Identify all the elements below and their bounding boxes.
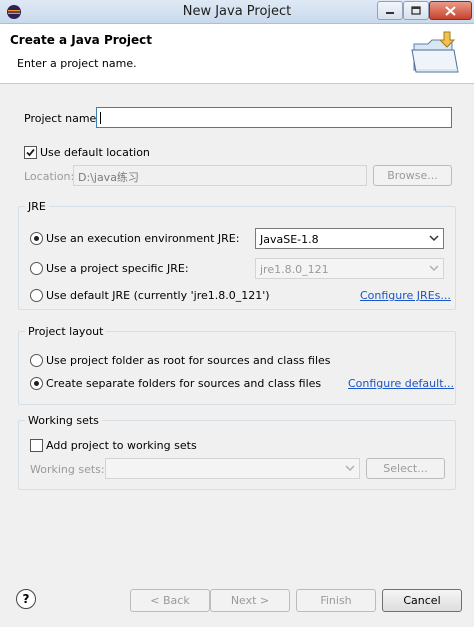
wizard-header: Create a Java Project Enter a project na… [0,24,474,84]
wizard-title: Create a Java Project [10,33,153,47]
jre-env-label: Use an execution environment JRE: [46,232,240,245]
back-button-label: < Back [150,594,190,607]
jre-env-radio[interactable] [30,232,43,245]
finish-button-label: Finish [320,594,352,607]
project-layout-group [18,331,456,405]
minimize-icon [386,11,394,14]
radio-selected-dot [34,236,39,241]
maximize-button[interactable] [403,1,429,20]
checkmark-icon [26,148,35,157]
next-button[interactable]: Next > [210,589,290,612]
location-label: Location: [24,170,75,183]
working-sets-group-label: Working sets [25,414,102,427]
wizard-message: Enter a project name. [17,57,137,70]
browse-button[interactable]: Browse... [373,165,452,186]
cancel-button[interactable]: Cancel [382,589,462,612]
jre-env-select[interactable]: JavaSE-1.8 [255,228,444,249]
use-default-location-checkbox[interactable] [24,146,37,159]
layout-separate-label: Create separate folders for sources and … [46,377,322,390]
location-value: D:\java练习 [78,171,139,184]
jre-default-label: Use default JRE (currently 'jre1.8.0_121… [46,289,270,302]
jre-specific-label: Use a project specific JRE: [46,262,189,275]
next-button-label: Next > [230,594,270,607]
layout-separate-radio[interactable] [30,377,43,390]
jre-default-radio[interactable] [30,289,43,302]
close-button[interactable] [429,1,472,20]
browse-button-label: Browse... [387,169,438,182]
title-bar: New Java Project [0,0,474,24]
select-button-label: Select... [383,462,428,475]
add-to-working-sets-label: Add project to working sets [46,439,197,452]
working-sets-group [18,420,456,490]
jre-specific-value: jre1.8.0_121 [260,263,329,276]
chevron-down-icon [345,465,355,472]
new-java-project-wizard-icon [411,31,459,73]
help-icon: ? [22,592,30,606]
close-icon [445,5,456,16]
configure-default-link[interactable]: Configure default... [348,377,454,390]
text-caret [100,112,101,124]
finish-button[interactable]: Finish [296,589,376,612]
chevron-down-icon [429,235,439,242]
jre-group-label: JRE [25,200,49,213]
working-sets-select[interactable] [105,458,360,479]
add-to-working-sets-checkbox[interactable] [30,439,43,452]
use-default-location-label: Use default location [40,146,150,159]
project-name-label: Project name: [24,112,101,125]
working-sets-label: Working sets: [30,463,105,476]
cancel-button-label: Cancel [403,594,441,607]
project-layout-group-label: Project layout [25,325,107,338]
minimize-button[interactable] [377,1,403,20]
project-name-input[interactable] [96,107,452,128]
jre-specific-radio[interactable] [30,262,43,275]
chevron-down-icon [429,265,439,272]
help-button[interactable]: ? [16,589,36,609]
jre-specific-select[interactable]: jre1.8.0_121 [255,258,444,279]
radio-selected-dot [34,381,39,386]
layout-root-radio[interactable] [30,354,43,367]
maximize-icon [411,6,421,15]
select-working-sets-button[interactable]: Select... [366,458,445,479]
location-input[interactable]: D:\java练习 [73,165,367,186]
jre-env-value: JavaSE-1.8 [260,233,319,246]
layout-root-label: Use project folder as root for sources a… [46,354,331,367]
configure-jres-link[interactable]: Configure JREs... [360,289,451,302]
back-button[interactable]: < Back [130,589,210,612]
